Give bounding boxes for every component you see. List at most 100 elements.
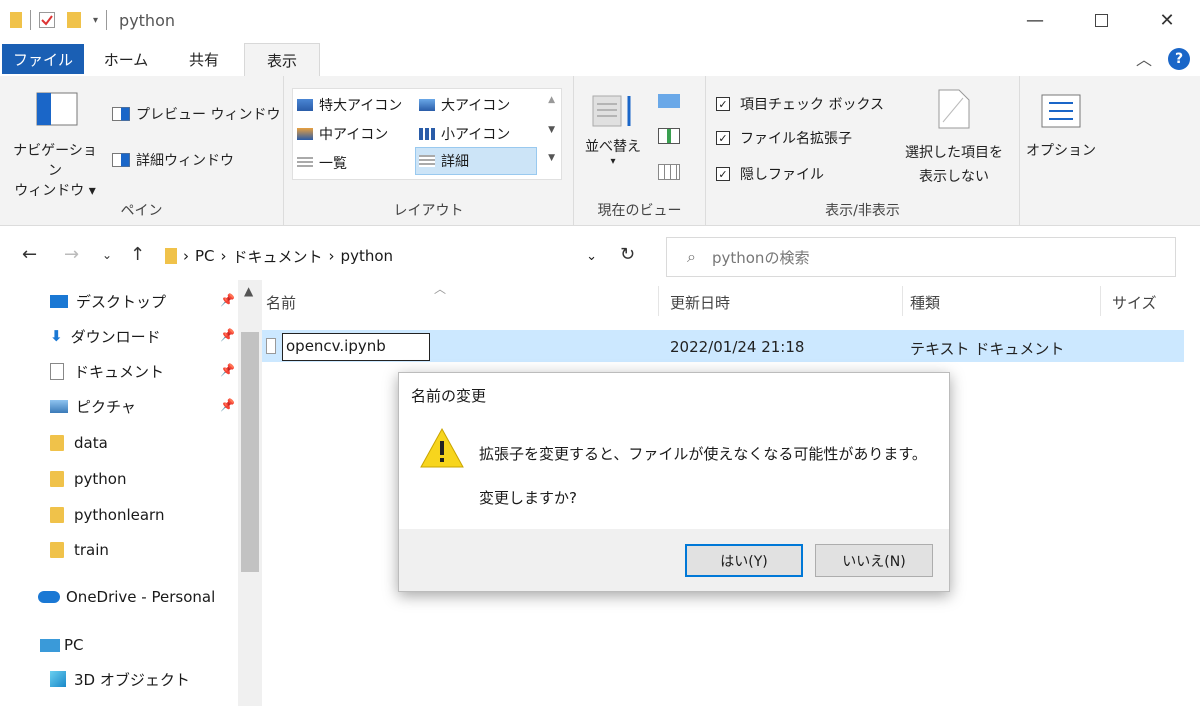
pane-group-label: ペイン — [120, 203, 163, 219]
column-header-type[interactable]: 種類 — [910, 292, 940, 313]
sort-button[interactable]: 並べ替え ▾ — [582, 92, 644, 167]
list-icon — [297, 157, 313, 169]
sidebar-item-desktop[interactable]: デスクトップ — [50, 286, 166, 316]
sidebar-item-downloads[interactable]: ⬇ ダウンロード — [50, 321, 161, 351]
scroll-up-icon[interactable]: ▲ — [244, 284, 253, 298]
column-header-size[interactable]: サイズ — [1112, 292, 1157, 313]
column-divider[interactable] — [902, 286, 903, 316]
layout-expand-icon[interactable]: ▼ — [548, 153, 555, 163]
file-date: 2022/01/24 21:18 — [670, 338, 805, 356]
options-button[interactable]: オプション — [1026, 94, 1096, 160]
chevron-down-icon[interactable]: ▾ — [93, 15, 98, 26]
minimize-icon: — — [1026, 9, 1044, 31]
pin-icon[interactable]: 📌 — [220, 398, 235, 412]
address-bar[interactable]: › PC › ドキュメント › python ⌄ — [158, 237, 608, 275]
arrow-left-icon: ← — [22, 244, 38, 265]
close-button[interactable]: ✕ — [1134, 0, 1200, 40]
collapse-ribbon-icon[interactable]: ︿ — [1136, 46, 1152, 70]
address-dropdown-icon[interactable]: ⌄ — [586, 249, 597, 264]
pin-icon[interactable]: 📌 — [220, 328, 235, 342]
options-icon — [1041, 94, 1081, 128]
file-icon — [266, 338, 276, 354]
breadcrumb-documents[interactable]: ドキュメント — [233, 246, 323, 267]
group-by-icon[interactable] — [658, 94, 680, 108]
maximize-button[interactable] — [1068, 0, 1134, 40]
sidebar-item-onedrive[interactable]: OneDrive - Personal — [38, 582, 215, 612]
arrow-right-icon: → — [64, 244, 80, 265]
preview-pane-button[interactable]: プレビュー ウィンドウ — [112, 104, 280, 124]
tab-home[interactable]: ホーム — [90, 43, 162, 76]
details-pane-button[interactable]: 詳細ウィンドウ — [112, 150, 234, 170]
item-checkbox-toggle[interactable]: ✓ 項目チェック ボックス — [716, 94, 884, 114]
sort-chevron-icon: ▾ — [610, 156, 616, 167]
help-icon[interactable]: ? — [1168, 48, 1190, 70]
no-button[interactable]: いいえ(N) — [815, 544, 933, 577]
layout-list[interactable]: 一覧 — [297, 149, 415, 177]
recent-locations-button[interactable]: ⌄ — [102, 248, 112, 262]
sidebar-item-pc[interactable]: PC — [40, 630, 84, 660]
refresh-icon: ↻ — [620, 244, 636, 265]
quick-access-toolbar: ▾ python — [0, 0, 175, 40]
size-columns-icon[interactable] — [658, 164, 680, 180]
layout-medium-icons[interactable]: 中アイコン — [297, 120, 415, 148]
sort-label: 並べ替え — [585, 139, 641, 155]
new-folder-icon[interactable] — [67, 12, 81, 28]
layout-scroll-up-icon[interactable]: ▲ — [548, 95, 555, 105]
sidebar-item-pythonlearn[interactable]: pythonlearn — [50, 500, 164, 530]
sidebar-item-data[interactable]: data — [50, 428, 108, 458]
minimize-button[interactable]: — — [1002, 0, 1068, 40]
sidebar-scrollbar[interactable]: ▲ — [238, 280, 262, 706]
hide-selected-button[interactable]: 選択した項目を 表示しない — [894, 88, 1014, 186]
forward-button[interactable]: → — [64, 244, 79, 265]
arrow-up-icon: ↑ — [130, 244, 146, 265]
chevron-down-icon: ⌄ — [102, 248, 113, 262]
folder-icon — [50, 435, 64, 451]
sidebar-item-pictures[interactable]: ピクチャ — [50, 391, 136, 421]
up-button[interactable]: ↑ — [130, 244, 145, 265]
add-columns-icon[interactable] — [658, 128, 680, 144]
extensions-toggle[interactable]: ✓ ファイル名拡張子 — [716, 128, 852, 148]
details-pane-icon — [112, 153, 130, 167]
yes-button[interactable]: はい(Y) — [685, 544, 803, 577]
sidebar-item-3d-objects[interactable]: 3D オブジェクト — [50, 664, 190, 694]
layout-extra-large-icons[interactable]: 特大アイコン — [297, 91, 415, 119]
sidebar-item-python[interactable]: python — [50, 464, 126, 494]
breadcrumb-python[interactable]: python — [341, 247, 393, 265]
tab-file[interactable]: ファイル — [2, 44, 84, 74]
hidden-files-toggle[interactable]: ✓ 隠しファイル — [716, 164, 824, 184]
pane-group: ナビゲーション ウィンドウ ▾ プレビュー ウィンドウ 詳細ウィンドウ ペイン — [0, 76, 284, 226]
scrollbar-thumb[interactable] — [241, 332, 259, 572]
layout-gallery: 特大アイコン 大アイコン 中アイコン 小アイコン 一覧 詳細 ▲ ▼ ▼ — [292, 88, 562, 180]
documents-icon — [50, 362, 64, 380]
small-icons-icon — [419, 128, 435, 140]
search-box[interactable]: ⌕ pythonの検索 — [666, 237, 1176, 277]
sidebar-item-documents[interactable]: ドキュメント — [50, 356, 164, 386]
pin-icon[interactable]: 📌 — [220, 293, 235, 307]
navigation-pane-label-2: ウィンドウ ▾ — [14, 183, 96, 199]
divider — [106, 10, 108, 30]
pin-icon[interactable]: 📌 — [220, 363, 235, 377]
column-header-name[interactable]: 名前 — [266, 292, 296, 313]
layout-large-icons[interactable]: 大アイコン — [419, 91, 537, 119]
properties-icon[interactable] — [39, 12, 55, 28]
layout-small-icons[interactable]: 小アイコン — [419, 120, 537, 148]
hide-document-icon — [938, 89, 970, 129]
rename-input[interactable]: opencv.ipynb — [282, 333, 430, 361]
sidebar-item-train[interactable]: train — [50, 535, 109, 565]
column-divider[interactable] — [1100, 286, 1101, 316]
tab-share[interactable]: 共有 — [168, 43, 240, 76]
search-input[interactable]: pythonの検索 — [712, 247, 809, 268]
navigation-pane-button[interactable]: ナビゲーション ウィンドウ ▾ — [10, 92, 100, 202]
file-type: テキスト ドキュメント — [910, 340, 1065, 358]
layout-details[interactable]: 詳細 — [415, 147, 537, 175]
breadcrumb-separator-icon: › — [220, 247, 227, 265]
layout-scroll-down-icon[interactable]: ▼ — [548, 125, 555, 135]
breadcrumb-separator-icon: › — [328, 247, 335, 265]
tab-view[interactable]: 表示 — [244, 43, 320, 76]
layout-group-label: レイアウト — [393, 203, 464, 219]
refresh-button[interactable]: ↻ — [620, 244, 635, 265]
breadcrumb-pc[interactable]: PC — [195, 247, 215, 265]
column-header-date[interactable]: 更新日時 — [670, 292, 730, 313]
back-button[interactable]: ← — [22, 244, 37, 265]
column-divider[interactable] — [658, 286, 659, 316]
